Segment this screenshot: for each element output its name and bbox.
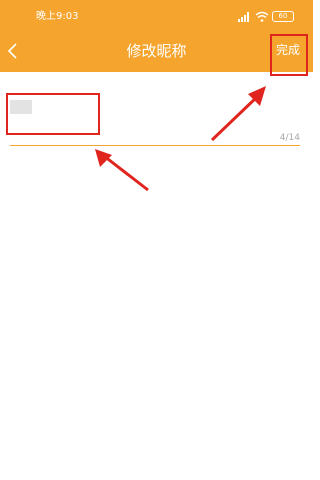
- done-button[interactable]: 完成: [270, 34, 308, 76]
- done-label: 完成: [276, 43, 301, 57]
- annotation-arrows: [95, 86, 266, 192]
- wifi-icon: [255, 11, 269, 22]
- battery-level: 60: [278, 12, 288, 20]
- nickname-input[interactable]: [10, 100, 32, 114]
- status-time: 晚上9:03: [36, 11, 79, 22]
- signal-icon: [238, 12, 249, 22]
- input-underline: [10, 145, 300, 146]
- status-bar: 晚上9:03 60: [0, 0, 313, 30]
- arrow-to-nickname-input: [95, 149, 149, 192]
- title-bar: 晚上9:03 60 修改昵称 完成: [0, 0, 313, 76]
- battery-icon: 60: [272, 11, 294, 22]
- arrow-to-done-button: [210, 86, 266, 142]
- page-title: 修改昵称: [126, 42, 187, 60]
- character-counter: 4/14: [279, 133, 300, 143]
